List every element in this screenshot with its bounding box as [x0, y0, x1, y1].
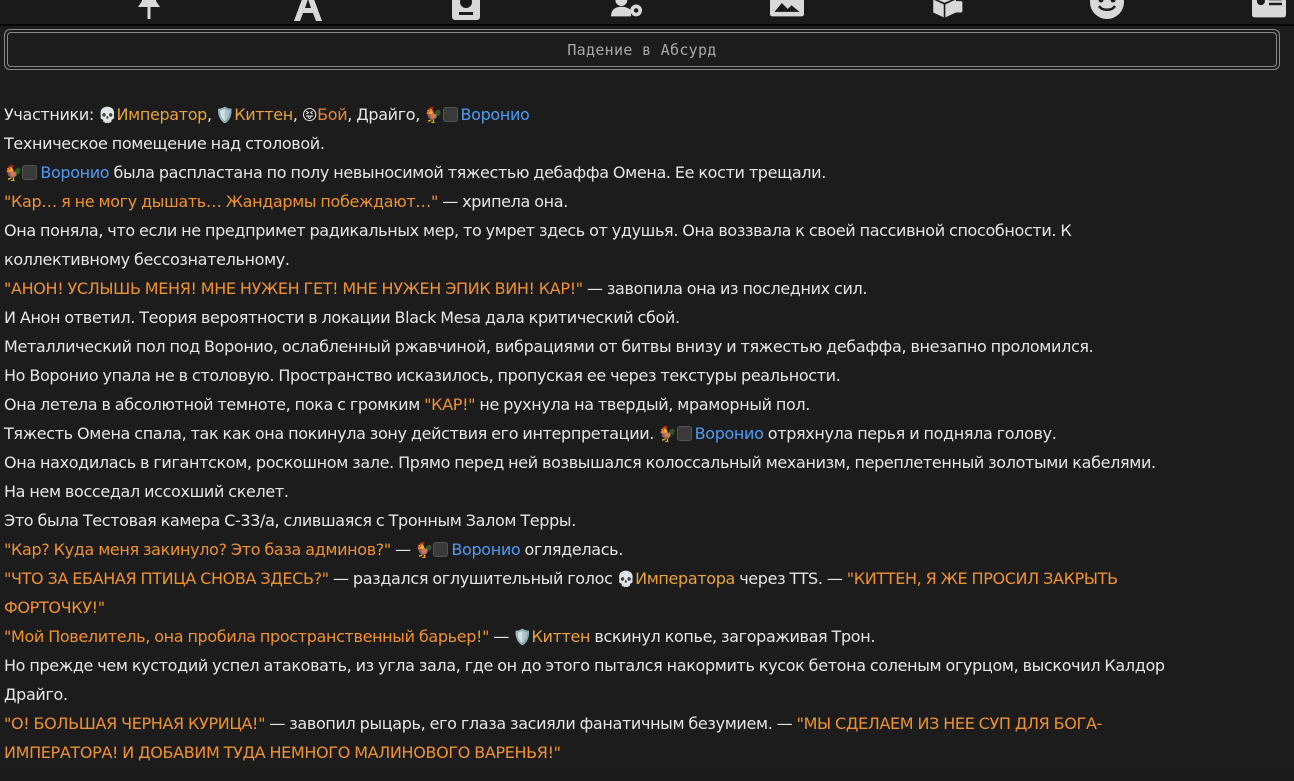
story-title: Падение в Абсурд	[7, 32, 1277, 67]
quote: "О! БОЛЬШАЯ ЧЕРНАЯ КУРИЦА!"	[4, 714, 266, 733]
dice-icon[interactable]	[930, 0, 964, 22]
name-voronio: Воронио	[694, 424, 764, 443]
narration: —	[489, 627, 514, 646]
name-voronio: Воронио	[40, 163, 110, 182]
story-line: "Кар… я не могу дышать… Жандармы побежда…	[4, 187, 1288, 216]
font-icon[interactable]	[291, 0, 325, 22]
book-icon[interactable]	[449, 0, 483, 22]
quote: "Кар? Куда меня закинуло? Это база админ…	[4, 540, 391, 559]
story-line: И Анон ответил. Теория вероятности в лок…	[4, 308, 680, 327]
toolbar-divider	[0, 24, 1294, 26]
narration: отряхнула перья и подняла голову.	[763, 424, 1057, 443]
name-draigo: Драйго,	[356, 105, 425, 124]
narration: была распластана по полу невыносимой тяж…	[109, 163, 826, 182]
story-line: Тяжесть Омена спала, так как она покинул…	[4, 419, 1288, 448]
id-card-icon[interactable]	[1252, 0, 1286, 22]
narration: Тяжесть Омена спала, так как она покинул…	[4, 424, 659, 443]
narration: — завопил рыцарь, его глаза засияли фана…	[265, 714, 797, 733]
square-emoji	[22, 165, 38, 180]
shield-emoji: 🛡️	[215, 106, 235, 124]
story-line: "Кар? Куда меня закинуло? Это база админ…	[4, 535, 1288, 564]
story-line: Металлический пол под Воронио, ослабленн…	[4, 337, 1094, 356]
rooster-emoji: 🐓	[4, 164, 23, 182]
image-icon[interactable]	[770, 0, 804, 22]
story-line: коллективному бессознательному.	[4, 250, 290, 269]
story-line: На нем восседал иссохший скелет.	[4, 482, 289, 501]
narration: — хрипела она.	[437, 192, 568, 211]
separator: ,	[292, 105, 302, 124]
quote: "ЧТО ЗА ЕБАНАЯ ПТИЦА СНОВА ЗДЕСЬ?"	[4, 569, 329, 588]
quote: "Мой Повелитель, она пробила пространств…	[4, 627, 490, 646]
participants-line: Участники: 💀Император, 🛡️Киттен, 😝Бой, Д…	[4, 100, 1288, 129]
separator: ,	[206, 105, 216, 124]
story-line: "О! БОЛЬШАЯ ЧЕРНАЯ КУРИЦА!" — завопил ры…	[4, 709, 1288, 738]
story-line: Техническое помещение над столовой.	[4, 134, 325, 153]
skull-emoji: 💀	[98, 106, 117, 124]
quote: "КИТТЕН, Я ЖЕ ПРОСИЛ ЗАКРЫТЬ	[846, 569, 1118, 588]
narration: — завопила она из последних сил.	[582, 279, 868, 298]
user-gear-icon[interactable]	[611, 0, 645, 22]
pin-icon[interactable]	[132, 0, 166, 22]
footer-bar	[0, 768, 1294, 781]
name-imperator: Императора	[635, 569, 735, 588]
narration: Она летела в абсолютной темноте, пока с …	[4, 395, 425, 414]
story-line: ИМПЕРАТОРА! И ДОБАВИМ ТУДА НЕМНОГО МАЛИН…	[4, 738, 1288, 767]
name-imperator: Император	[116, 105, 208, 124]
rooster-emoji: 🐓	[658, 425, 677, 443]
narration: огляделась.	[520, 540, 624, 559]
narration: —	[390, 540, 416, 559]
quote: ИМПЕРАТОРА! И ДОБАВИМ ТУДА НЕМНОГО МАЛИН…	[4, 743, 561, 762]
story-line: Но прежде чем кустодий успел атаковать, …	[4, 656, 1165, 675]
story-line: Драйго.	[4, 685, 68, 704]
narration: через TTS. —	[734, 569, 847, 588]
quote: "МЫ СДЕЛАЕМ ИЗ НЕЕ СУП ДЛЯ БОГА-	[796, 714, 1103, 733]
story-line: Это была Тестовая камера C-33/a, слившая…	[4, 511, 576, 530]
square-emoji	[442, 107, 458, 122]
story-line: Но Воронио упала не в столовую. Простран…	[4, 366, 841, 385]
square-emoji	[433, 542, 449, 557]
story-line: "Мой Повелитель, она пробила пространств…	[4, 622, 1288, 651]
name-voronio: Воронио	[460, 105, 530, 124]
smiley-icon[interactable]	[1090, 0, 1124, 22]
rooster-emoji: 🐓	[415, 541, 434, 559]
rooster-emoji: 🐓	[424, 106, 443, 124]
quote: ФОРТОЧКУ!"	[4, 598, 105, 617]
skull-emoji: 💀	[616, 570, 636, 588]
title-frame: Падение в Абсурд	[4, 29, 1280, 70]
quote: "КАР!"	[424, 395, 476, 414]
toolbar	[0, 0, 1294, 24]
story-line: Она находилась в гигантском, роскошном з…	[4, 453, 1156, 472]
narration: — раздался оглушительный голос	[328, 569, 617, 588]
story-line: ФОРТОЧКУ!"	[4, 593, 1288, 622]
story-line: Она поняла, что если не предпримет радик…	[4, 221, 1072, 240]
quote: "Кар… я не могу дышать… Жандармы побежда…	[4, 192, 438, 211]
narration: вскинул копье, загораживая Трон.	[590, 627, 876, 646]
name-voronio: Воронио	[451, 540, 521, 559]
square-emoji	[676, 426, 692, 441]
story-line: Она летела в абсолютной темноте, пока с …	[4, 390, 1288, 419]
name-boi: Бой	[317, 105, 348, 124]
story-line: 🐓 Воронио была распластана по полу невыно…	[4, 158, 1288, 187]
participants-label: Участники:	[4, 105, 99, 124]
separator: ,	[347, 105, 357, 124]
shield-emoji: 🛡️	[513, 628, 532, 646]
story-line: "ЧТО ЗА ЕБАНАЯ ПТИЦА СНОВА ЗДЕСЬ?" — раз…	[4, 564, 1288, 593]
quote: "АНОН! УСЛЫШЬ МЕНЯ! МНЕ НУЖЕН ГЕТ! МНЕ Н…	[4, 279, 583, 298]
name-kitten: Киттен	[531, 627, 591, 646]
narration: не рухнула на твердый, мраморный пол.	[475, 395, 811, 414]
name-kitten: Киттен	[234, 105, 293, 124]
story-line: "АНОН! УСЛЫШЬ МЕНЯ! МНЕ НУЖЕН ГЕТ! МНЕ Н…	[4, 274, 1288, 303]
story-text: Участники: 💀Император, 🛡️Киттен, 😝Бой, Д…	[4, 100, 1288, 767]
tongue-emoji: 😝	[301, 106, 318, 124]
